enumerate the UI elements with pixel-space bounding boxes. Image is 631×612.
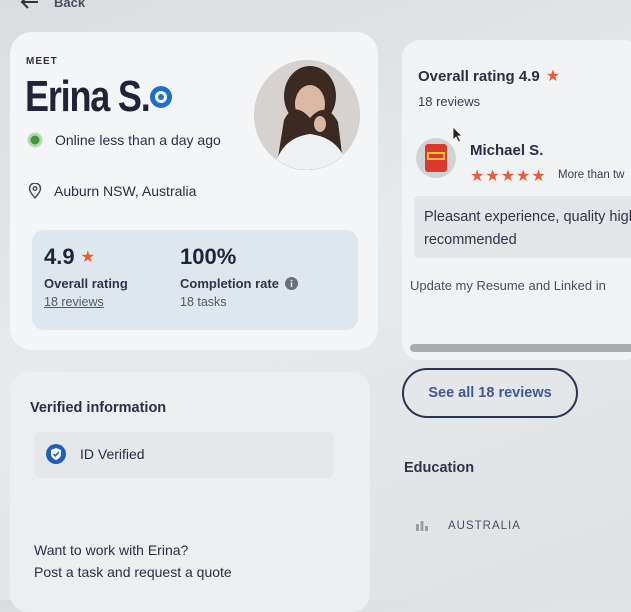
education-icon (416, 521, 428, 531)
verified-info-title: Verified information (30, 400, 167, 416)
star-icon: ★ (80, 249, 95, 266)
verified-info-card: Verified information ID Verified Want to… (10, 372, 370, 612)
id-verified-row: ID Verified (46, 444, 145, 464)
reviewer-meta: More than tw (558, 169, 625, 181)
back-nav[interactable]: Back (20, 0, 85, 12)
rating-stat: 4.9 ★ Overall rating 18 reviews (44, 244, 128, 309)
reviews-card: Overall rating 4.9 ★ 18 reviews Michael … (402, 40, 631, 360)
completion-label: Completion rate (180, 276, 279, 291)
online-status: Online less than a day ago (27, 132, 221, 148)
review-scrollbar[interactable] (410, 344, 631, 352)
location-text: Auburn NSW, Australia (54, 183, 197, 199)
rating-value: 4.9 (44, 244, 75, 269)
review-text: Pleasant experience, quality highly reco… (424, 209, 631, 248)
back-arrow-icon[interactable] (20, 0, 40, 10)
online-status-text: Online less than a day ago (55, 132, 221, 148)
online-indicator-icon (27, 132, 43, 148)
verified-badge-icon (149, 86, 172, 108)
reviewer-name: Michael S. (470, 142, 544, 159)
review-count: 18 reviews (418, 94, 481, 109)
location-pin-icon (28, 183, 42, 199)
education-item-text: AUSTRALIA (448, 520, 521, 532)
reviewer-stars: ★★★★★ (470, 168, 547, 185)
avatar (254, 60, 360, 170)
shield-check-icon (46, 444, 66, 464)
stats-panel: 4.9 ★ Overall rating 18 reviews 100% Com… (32, 230, 358, 330)
review-quote: Pleasant experience, quality highly reco… (414, 196, 631, 258)
reviewer-logo-icon (416, 138, 456, 178)
cta-title: Want to work with Erina? (34, 542, 189, 558)
overall-rating-title: Overall rating 4.9 (418, 67, 540, 85)
avatar-photo (254, 60, 360, 170)
meet-eyebrow: MEET (26, 56, 58, 67)
profile-name: Erina S. (25, 72, 151, 121)
rating-reviews-link[interactable]: 18 reviews (44, 295, 128, 309)
completion-tasks: 18 tasks (180, 295, 227, 309)
rating-label: Overall rating (44, 276, 128, 291)
star-icon: ★ (545, 68, 561, 85)
back-link[interactable]: Back (54, 0, 85, 10)
info-icon[interactable] (284, 277, 298, 290)
completion-value: 100% (180, 244, 237, 269)
see-all-reviews-button[interactable]: See all 18 reviews (402, 368, 578, 418)
name-row: Erina S. (25, 72, 173, 122)
id-verified-label: ID Verified (80, 446, 145, 462)
cursor-icon (452, 126, 463, 143)
education-title: Education (404, 460, 475, 476)
id-verified-box: ID Verified (34, 432, 334, 478)
profile-card: MEET Erina S. Online less than a day ago (10, 32, 378, 350)
overall-rating: Overall rating 4.9 ★ (418, 66, 560, 86)
completion-stat: 100% Completion rate 18 tasks (180, 244, 298, 309)
location: Auburn NSW, Australia (28, 183, 196, 199)
cta-subtitle[interactable]: Post a task and request a quote (34, 564, 232, 580)
review-task-title: Update my Resume and Linked in (410, 278, 606, 293)
education-item: AUSTRALIA (416, 520, 521, 532)
